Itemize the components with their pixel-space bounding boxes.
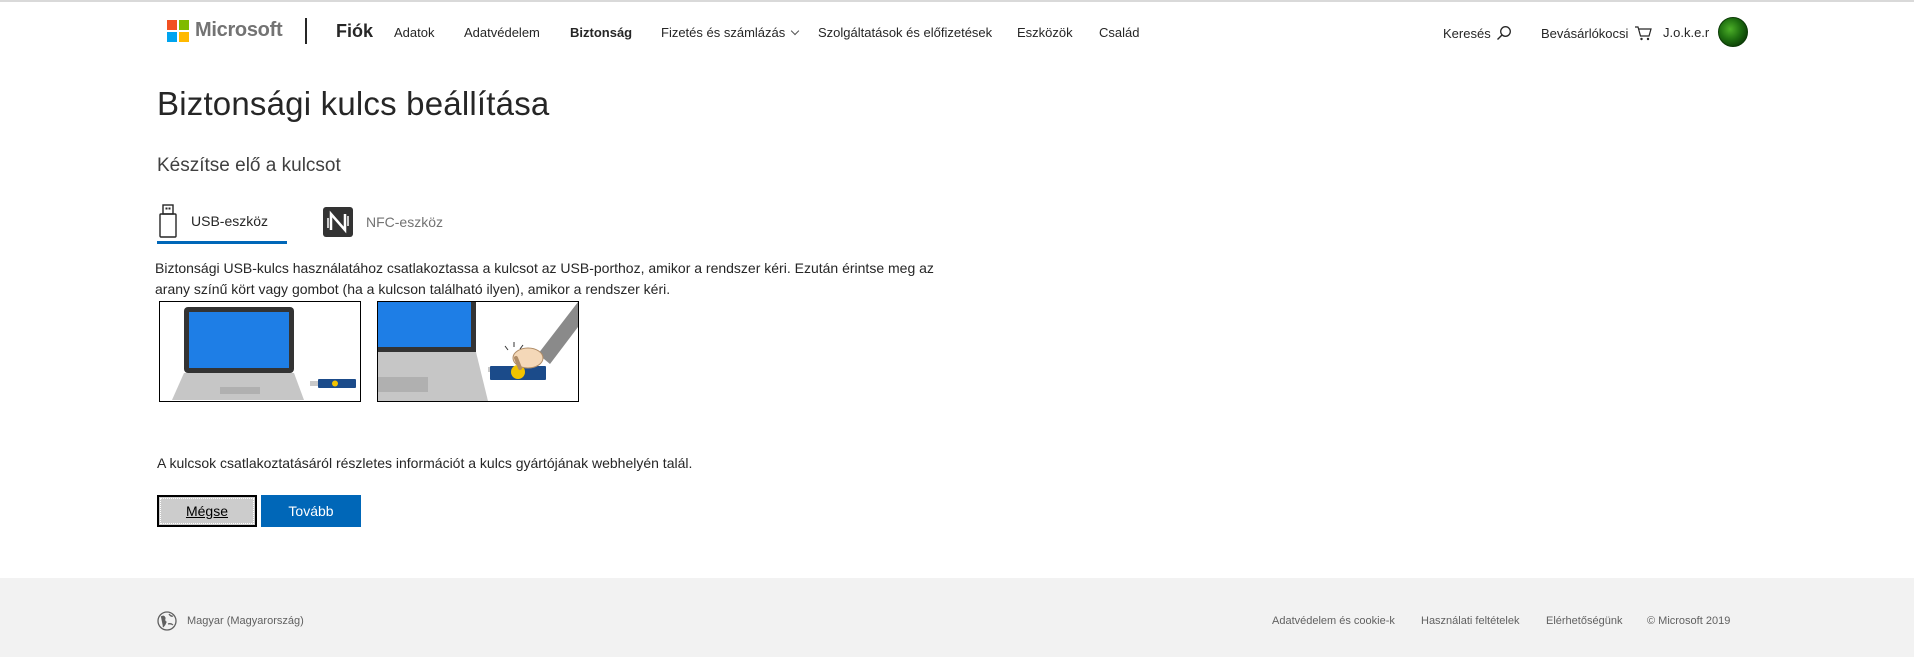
globe-icon	[157, 611, 177, 631]
illustration-laptop-usb	[159, 301, 361, 402]
nav-item-payment-billing[interactable]: Fizetés és számlázás	[661, 25, 800, 40]
site-footer: Magyar (Magyarország) Adatvédelem és coo…	[0, 578, 1914, 657]
tab-usb-device[interactable]: USB-eszköz	[157, 200, 287, 244]
search-label: Keresés	[1443, 26, 1491, 41]
nav-item-services[interactable]: Szolgáltatások és előfizetések	[818, 25, 992, 40]
cancel-button[interactable]: Mégse	[157, 495, 257, 527]
next-button[interactable]: Tovább	[261, 495, 361, 527]
tab-usb-label: USB-eszköz	[191, 212, 269, 229]
page-subtitle: Készítse elő a kulcsot	[157, 155, 341, 176]
usb-icon	[159, 203, 177, 238]
locale-label: Magyar (Magyarország)	[187, 615, 304, 627]
nav-item-data[interactable]: Adatok	[394, 25, 434, 40]
nav-item-family[interactable]: Család	[1099, 25, 1139, 40]
nfc-icon	[323, 207, 353, 237]
nav-item-devices[interactable]: Eszközök	[1017, 25, 1073, 40]
header-divider	[305, 18, 307, 44]
brand-account[interactable]: Fiók	[336, 21, 373, 42]
search-icon	[1497, 26, 1512, 40]
nav-item-security[interactable]: Biztonság	[570, 25, 632, 40]
user-name[interactable]: J.o.k.e.r	[1663, 25, 1709, 40]
logo-text: Microsoft	[195, 19, 283, 41]
manufacturer-info: A kulcsok csatlakoztatásáról részletes i…	[157, 455, 693, 471]
locale-selector[interactable]: Magyar (Magyarország)	[157, 611, 304, 631]
footer-link-contact[interactable]: Elérhetőségünk	[1546, 615, 1622, 627]
cart-label: Bevásárlókocsi	[1541, 26, 1629, 41]
usb-instructions: Biztonsági USB-kulcs használatához csatl…	[155, 260, 934, 297]
microsoft-logo[interactable]: Microsoft	[167, 19, 283, 42]
footer-link-terms[interactable]: Használati feltételek	[1421, 615, 1519, 627]
cart-button[interactable]: Bevásárlókocsi	[1541, 25, 1652, 41]
site-header: Microsoft Fiók Adatok Adatvédelem Bizton…	[0, 2, 1914, 60]
chevron-down-icon	[791, 26, 800, 36]
tab-nfc-device[interactable]: NFC-eszköz	[322, 200, 452, 244]
microsoft-logo-icon	[167, 19, 189, 42]
nav-item-payment-billing-label: Fizetés és számlázás	[661, 25, 786, 40]
search-button[interactable]: Keresés	[1443, 25, 1512, 41]
avatar[interactable]	[1718, 17, 1748, 47]
footer-link-privacy-cookies[interactable]: Adatvédelem és cookie-k	[1272, 615, 1395, 627]
cart-icon	[1635, 26, 1652, 41]
tab-nfc-label: NFC-eszköz	[366, 214, 444, 230]
nav-item-privacy[interactable]: Adatvédelem	[464, 25, 540, 40]
footer-copyright: © Microsoft 2019	[1647, 615, 1731, 627]
illustration-touch-key	[377, 301, 579, 402]
page-title: Biztonsági kulcs beállítása	[157, 85, 550, 122]
